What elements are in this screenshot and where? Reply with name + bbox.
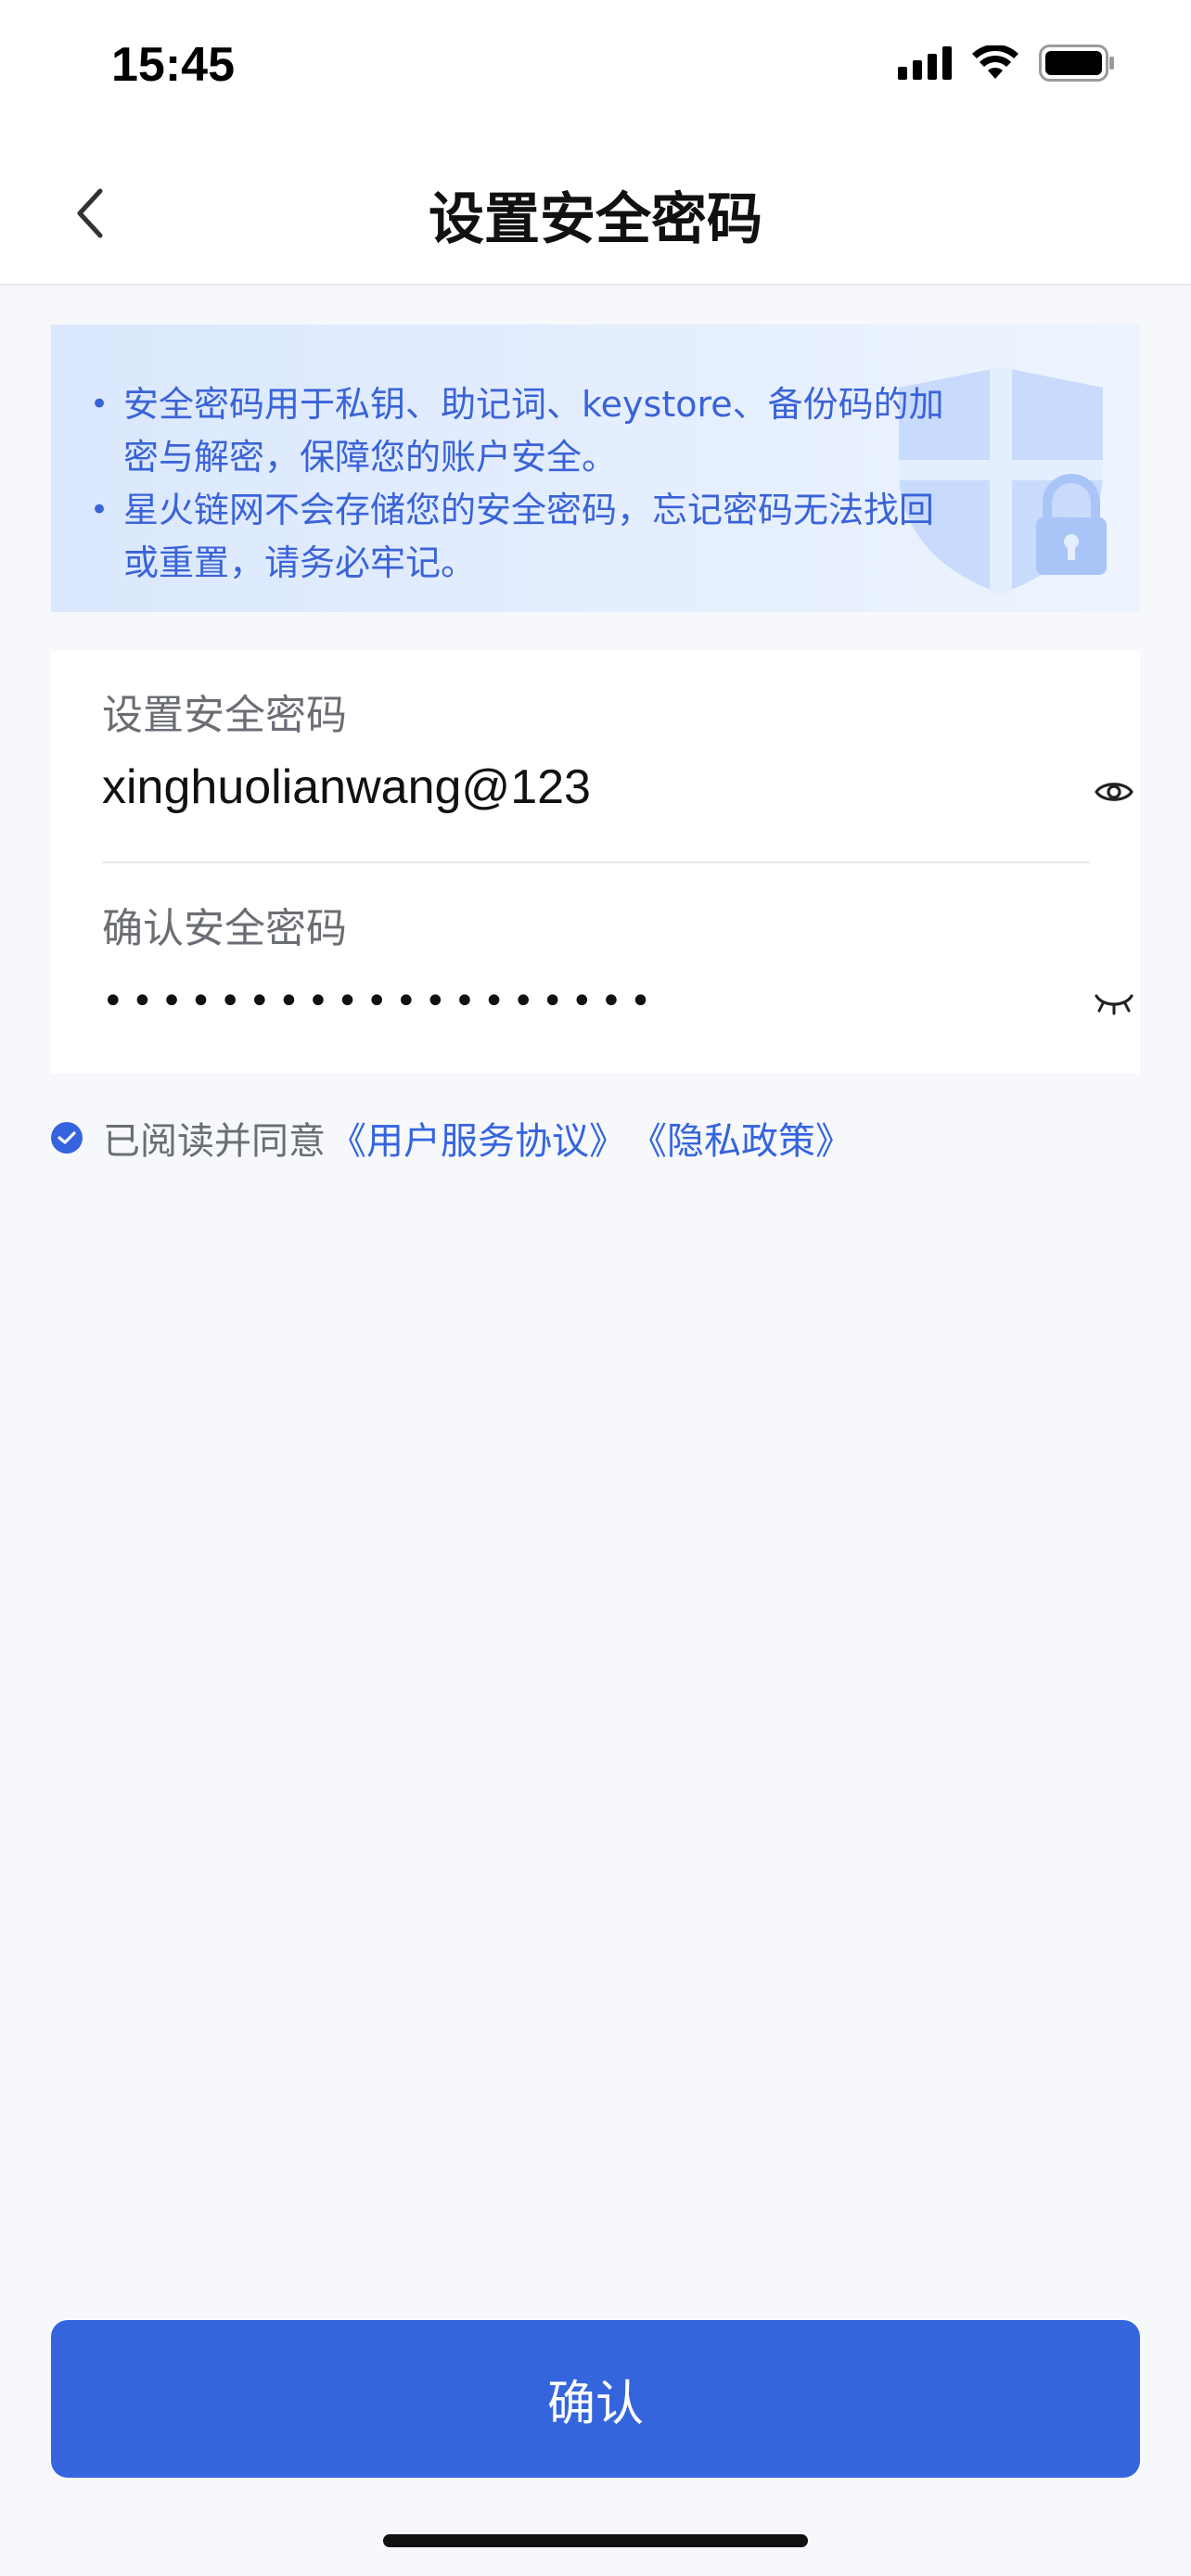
status-icons	[898, 44, 1115, 85]
confirm-password-field[interactable]: 确认安全密码 •••••••••••••••••••	[102, 901, 1089, 1029]
password-form: 设置安全密码 xinghuolianwang@123 确认安全密码 ••••••…	[51, 651, 1140, 1074]
password-field[interactable]: 设置安全密码 xinghuolianwang@123	[102, 688, 1089, 820]
page-title: 设置安全密码	[429, 187, 762, 252]
home-indicator[interactable]	[383, 2534, 808, 2547]
signal-icon	[898, 46, 952, 83]
battery-icon	[1039, 45, 1115, 85]
nav-bar: 设置安全密码	[0, 139, 1191, 286]
eye-closed-icon	[1095, 994, 1133, 1015]
notice-item: 星火链网不会存储您的安全密码，忘记密码无法找回或重置，请务必牢记。	[90, 484, 962, 590]
field-divider	[102, 861, 1089, 863]
terms-link[interactable]: 《用户服务协议》	[329, 1111, 626, 1165]
password-label: 设置安全密码	[102, 692, 347, 739]
confirm-button[interactable]: 确认	[51, 2320, 1140, 2478]
wifi-icon	[972, 44, 1018, 84]
password-input[interactable]: xinghuolianwang@123	[102, 755, 1089, 820]
eye-open-icon	[1095, 783, 1133, 801]
show-password-toggle[interactable]	[1088, 766, 1140, 818]
notice-list: 安全密码用于私钥、助记词、keystore、备份码的加密与解密，保障您的账户安全…	[90, 378, 962, 590]
status-bar: 15:45	[0, 0, 1191, 139]
agreement-checkbox[interactable]	[51, 1122, 83, 1154]
show-confirm-password-toggle[interactable]	[1088, 976, 1140, 1027]
privacy-link[interactable]: 《隐私政策》	[630, 1111, 852, 1165]
notice-item: 安全密码用于私钥、助记词、keystore、备份码的加密与解密，保障您的账户安全…	[90, 378, 962, 484]
status-time: 15:45	[111, 38, 235, 92]
agreement-prefix: 已阅读并同意	[103, 1120, 326, 1163]
check-icon	[58, 1131, 76, 1144]
confirm-password-label: 确认安全密码	[102, 905, 347, 952]
agreement-row: 已阅读并同意 《用户服务协议》 《隐私政策》	[51, 1111, 852, 1165]
confirm-password-input[interactable]: •••••••••••••••••••	[102, 974, 1089, 1029]
notice-banner: 安全密码用于私钥、助记词、keystore、备份码的加密与解密，保障您的账户安全…	[51, 325, 1140, 612]
